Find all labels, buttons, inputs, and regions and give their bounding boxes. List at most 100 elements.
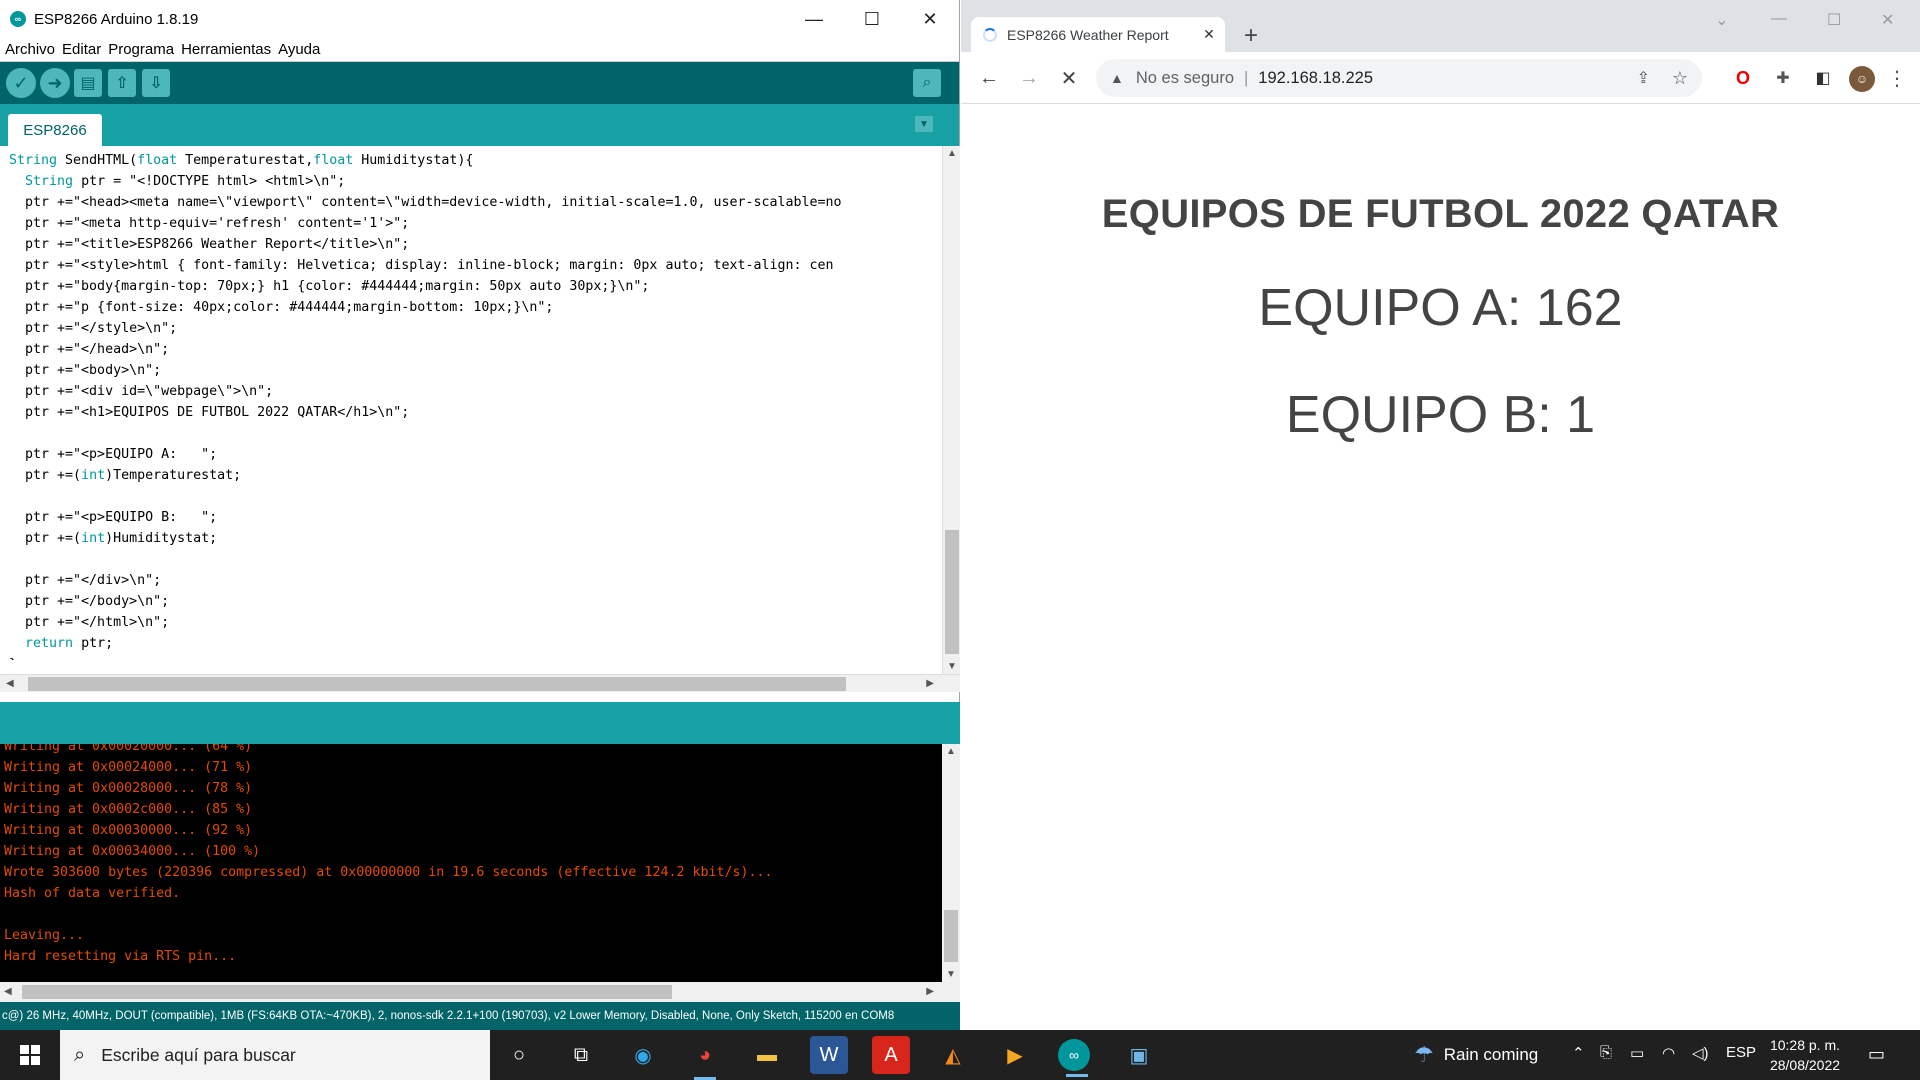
warning-triangle-icon[interactable]: ▲ (1110, 70, 1124, 86)
volume-icon[interactable]: ◁) (1692, 1044, 1709, 1062)
menu-ayuda[interactable]: Ayuda (278, 41, 320, 58)
code-line[interactable]: ptr +="</style>\n"; (9, 318, 939, 339)
code-line[interactable]: ptr +="body{margin-top: 70px;} h1 {color… (9, 276, 939, 297)
code-line[interactable]: ptr +=(int)Humiditystat; (9, 528, 939, 549)
scroll-right-icon[interactable]: ▶ (926, 986, 934, 997)
code-line[interactable]: ptr +="<head><meta name=\"viewport\" con… (9, 192, 939, 213)
extensions-puzzle-icon[interactable]: ✚ (1771, 66, 1795, 90)
back-button[interactable]: ← (975, 64, 1003, 92)
tray-chevron-up-icon[interactable]: ⌃ (1572, 1044, 1585, 1062)
code-line[interactable] (9, 423, 939, 444)
code-line[interactable] (9, 486, 939, 507)
photos-icon[interactable]: ▣ (1120, 1036, 1158, 1074)
scroll-up-icon[interactable]: ▲ (947, 148, 957, 159)
menu-editar[interactable]: Editar (62, 41, 101, 58)
code-line[interactable]: ptr +="<body>\n"; (9, 360, 939, 381)
wifi-icon[interactable]: ◠ (1662, 1044, 1675, 1062)
save-sketch-button[interactable]: ⇩ (142, 69, 170, 97)
taskbar-search[interactable]: ⌕ Escribe aquí para buscar (60, 1030, 490, 1080)
code-line[interactable]: ptr +="<meta http-equiv='refresh' conten… (9, 213, 939, 234)
menu-archivo[interactable]: Archivo (5, 41, 55, 58)
code-line[interactable]: ptr +="<div id=\"webpage\">\n"; (9, 381, 939, 402)
code-area[interactable]: String SendHTML(float Temperaturestat,fl… (9, 150, 939, 660)
code-line[interactable]: ptr +="<p>EQUIPO A: "; (9, 444, 939, 465)
editor-horizontal-scrollbar[interactable]: ◀ ▶ (0, 674, 960, 692)
notifications-icon[interactable]: ▭ (1868, 1044, 1885, 1065)
browser-tab[interactable]: ESP8266 Weather Report ✕ (971, 17, 1225, 52)
extension-vpn-icon[interactable]: O (1731, 66, 1755, 90)
matlab-icon[interactable]: ◭ (934, 1036, 972, 1074)
code-line[interactable]: return ptr; (9, 633, 939, 654)
console-scroll-thumb[interactable] (944, 910, 958, 962)
code-line[interactable]: String ptr = "<!DOCTYPE html> <html>\n"; (9, 171, 939, 192)
code-line[interactable]: } (9, 654, 939, 660)
scroll-down-icon[interactable]: ▼ (946, 969, 956, 980)
url-text[interactable]: 192.168.18.225 (1258, 69, 1373, 88)
acrobat-icon[interactable]: A (872, 1036, 910, 1074)
bookmark-star-icon[interactable]: ☆ (1672, 68, 1688, 89)
serial-monitor-button[interactable]: ⌕ (913, 69, 941, 97)
search-placeholder[interactable]: Escribe aquí para buscar (101, 1045, 296, 1066)
console-horizontal-scrollbar[interactable]: ◀ ▶ (0, 982, 960, 1002)
weather-widget[interactable]: ☂ Rain coming (1414, 1030, 1538, 1080)
edge-icon[interactable]: ◉ (624, 1036, 662, 1074)
kebab-menu-icon[interactable]: ⋮ (1885, 66, 1909, 90)
arduino-taskbar-icon[interactable]: ∞ (1058, 1039, 1090, 1077)
code-line[interactable]: String SendHTML(float Temperaturestat,fl… (9, 150, 939, 171)
scroll-left-icon[interactable]: ◀ (4, 986, 12, 997)
security-label[interactable]: No es seguro (1136, 69, 1234, 88)
media-player-icon[interactable]: ▶ (996, 1036, 1034, 1074)
stop-loading-button[interactable]: ✕ (1055, 64, 1083, 92)
word-icon[interactable]: W (810, 1036, 848, 1074)
close-button[interactable]: ✕ (901, 0, 959, 38)
new-sketch-button[interactable]: ▤ (74, 69, 102, 97)
tab-menu-button[interactable]: ▼ (915, 116, 933, 132)
share-icon[interactable]: ⇪ (1637, 68, 1650, 88)
upload-button[interactable]: ➜ (40, 68, 70, 98)
code-line[interactable]: ptr +="<style>html { font-family: Helvet… (9, 255, 939, 276)
open-sketch-button[interactable]: ⇧ (108, 69, 136, 97)
code-line[interactable]: ptr +="p {font-size: 40px;color: #444444… (9, 297, 939, 318)
task-view-icon[interactable]: ⧉ (562, 1036, 600, 1074)
code-line[interactable]: ptr +="<p>EQUIPO B: "; (9, 507, 939, 528)
scroll-left-icon[interactable]: ◀ (6, 678, 14, 689)
console-hscroll-thumb[interactable] (22, 985, 672, 999)
scroll-down-icon[interactable]: ▼ (947, 661, 957, 672)
editor-scroll-thumb[interactable] (945, 530, 959, 654)
menu-programa[interactable]: Programa (108, 41, 174, 58)
address-bar[interactable]: ▲ No es seguro | 192.168.18.225 ⇪ ☆ (1096, 59, 1702, 97)
output-console[interactable]: Writing at 0x00020000... (64 %) Writing a… (0, 744, 960, 982)
tab-search-icon[interactable]: ⌄ (1715, 10, 1728, 30)
file-explorer-icon[interactable]: ▬ (748, 1036, 786, 1074)
console-vertical-scrollbar[interactable]: ▲ ▼ (942, 744, 960, 982)
verify-button[interactable]: ✓ (6, 68, 36, 98)
battery-icon[interactable]: ▭ (1630, 1044, 1644, 1062)
profile-avatar[interactable]: ☺ (1849, 66, 1875, 92)
editor-vertical-scrollbar[interactable]: ▲ ▼ (942, 146, 960, 674)
code-line[interactable]: ptr +=(int)Temperaturestat; (9, 465, 939, 486)
scroll-up-icon[interactable]: ▲ (946, 746, 956, 757)
minimize-button[interactable]: — (785, 0, 843, 38)
code-editor[interactable]: String SendHTML(float Temperaturestat,fl… (0, 146, 960, 692)
chrome-icon[interactable]: ◕ (686, 1036, 724, 1080)
tab-close-icon[interactable]: ✕ (1199, 26, 1219, 43)
code-line[interactable]: ptr +="<h1>EQUIPOS DE FUTBOL 2022 QATAR<… (9, 402, 939, 423)
language-indicator[interactable]: ESP (1726, 1044, 1756, 1061)
new-tab-button[interactable]: + (1244, 22, 1258, 50)
code-line[interactable]: ptr +="</body>\n"; (9, 591, 939, 612)
code-line[interactable]: ptr +="<title>ESP8266 Weather Report</ti… (9, 234, 939, 255)
maximize-button[interactable]: ☐ (1827, 10, 1841, 30)
maximize-button[interactable]: ☐ (843, 0, 901, 38)
menu-herramientas[interactable]: Herramientas (181, 41, 271, 58)
clock[interactable]: 10:28 p. m. 28/08/2022 (1760, 1035, 1850, 1075)
minimize-button[interactable]: — (1771, 10, 1787, 28)
close-button[interactable]: ✕ (1881, 10, 1894, 30)
editor-hscroll-thumb[interactable] (28, 677, 846, 691)
start-button[interactable] (0, 1030, 60, 1080)
tab-esp8266[interactable]: ESP8266 (8, 114, 102, 146)
code-line[interactable]: ptr +="</head>\n"; (9, 339, 939, 360)
forward-button[interactable]: → (1015, 64, 1043, 92)
side-panel-icon[interactable]: ◧ (1811, 66, 1835, 90)
meet-now-icon[interactable]: ⎘ (1600, 1044, 1612, 1061)
code-line[interactable] (9, 549, 939, 570)
